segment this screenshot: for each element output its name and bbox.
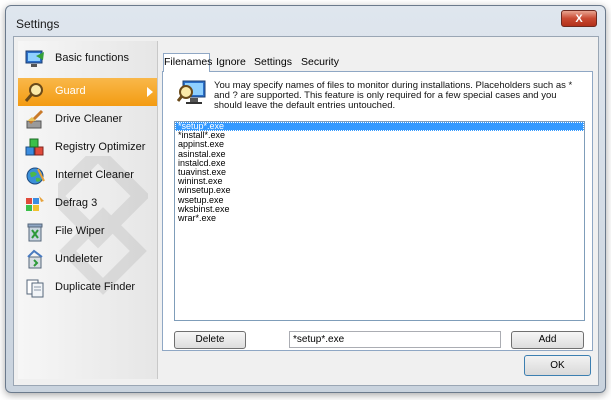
sidebar: Basic functions Guard Drive Cleaner Regi… (18, 41, 158, 379)
filename-list-item[interactable]: wrar*.exe (175, 213, 584, 223)
filename-list-item[interactable]: *setup*.exe (175, 122, 584, 132)
filename-list-item[interactable]: appinst.exe (175, 140, 584, 149)
sidebar-item-label: Defrag 3 (55, 197, 98, 209)
tab-security[interactable]: Security (299, 54, 341, 72)
filename-list-item[interactable]: asinstal.exe (175, 149, 584, 159)
sidebar-item-label: Drive Cleaner (55, 113, 123, 125)
filename-input[interactable] (289, 331, 501, 348)
broom-icon (26, 109, 44, 129)
sidebar-item-label: Basic functions (55, 52, 129, 64)
magnifier-icon (24, 83, 43, 102)
registry-cubes-icon (25, 138, 44, 156)
sidebar-item-label: File Wiper (55, 225, 105, 237)
settings-window: Settings X Basic functions Guard Drive C… (5, 5, 606, 393)
monitor-guard-icon (177, 80, 206, 104)
tab-page-filenames: You may specify names of files to monito… (162, 71, 593, 351)
close-button[interactable]: X (561, 10, 597, 27)
tab-ignore[interactable]: Ignore (215, 54, 247, 72)
filename-list[interactable]: *setup*.exe *install*.exe appinst.exe asins… (174, 121, 585, 321)
sidebar-item-label: Guard (55, 85, 86, 97)
sidebar-item-duplicate-finder[interactable]: Duplicate Finder (18, 274, 157, 302)
sidebar-item-guard[interactable]: Guard (18, 78, 157, 106)
filename-list-item[interactable]: *install*.exe (175, 130, 584, 140)
tab-settings[interactable]: Settings (253, 54, 293, 72)
sidebar-item-label: Duplicate Finder (55, 281, 136, 293)
globe-icon (26, 167, 45, 185)
recover-icon (27, 249, 43, 269)
sidebar-item-drive-cleaner[interactable]: Drive Cleaner (18, 106, 157, 134)
filename-list-item[interactable]: tuavinst.exe (175, 167, 584, 177)
guard-settings-panel: Filenames Ignore Settings Security You m… (162, 41, 593, 351)
active-arrow-icon (147, 87, 153, 97)
sidebar-item-undeleter[interactable]: Undeleter (18, 246, 157, 274)
sidebar-item-defrag[interactable]: Defrag 3 (18, 190, 157, 218)
documents-icon (26, 279, 44, 298)
ok-button[interactable]: OK (524, 355, 591, 376)
sidebar-item-registry-optimizer[interactable]: Registry Optimizer (18, 134, 157, 162)
monitor-icon (25, 50, 44, 67)
sidebar-item-label: Internet Cleaner (55, 169, 134, 181)
filename-list-item[interactable]: wksbinst.exe (175, 204, 584, 214)
tab-filenames[interactable]: Filenames (163, 53, 212, 72)
window-title: Settings (16, 17, 60, 31)
delete-button[interactable]: Delete (174, 331, 246, 349)
client-area: Basic functions Guard Drive Cleaner Regi… (13, 36, 599, 386)
filename-list-item[interactable]: wininst.exe (175, 176, 584, 186)
sidebar-item-file-wiper[interactable]: File Wiper (18, 218, 157, 246)
trash-icon (27, 223, 43, 242)
info-text: You may specify names of files to monito… (214, 80, 573, 111)
sidebar-item-basic-functions[interactable]: Basic functions (18, 45, 157, 73)
sidebar-item-label: Undeleter (55, 253, 103, 265)
defrag-icon (26, 196, 44, 211)
title-bar[interactable]: Settings X (6, 6, 605, 36)
sidebar-item-internet-cleaner[interactable]: Internet Cleaner (18, 162, 157, 190)
filename-list-item[interactable]: instalcd.exe (175, 158, 584, 168)
add-button[interactable]: Add (511, 331, 584, 349)
filename-list-item[interactable]: winsetup.exe (175, 186, 584, 195)
filename-list-item[interactable]: wsetup.exe (175, 195, 584, 205)
sidebar-item-label: Registry Optimizer (55, 141, 146, 153)
